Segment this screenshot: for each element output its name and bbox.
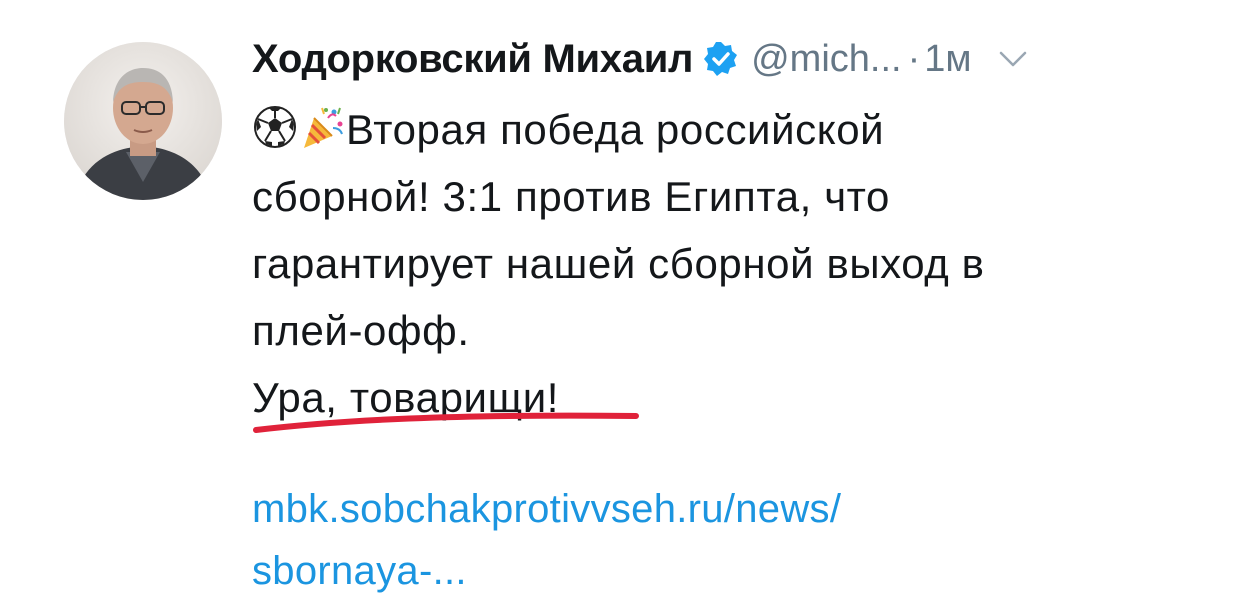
- tweet-text-line-2: сборной! 3:1 против Египта, что: [252, 173, 890, 220]
- chevron-down-icon[interactable]: [998, 49, 1028, 69]
- tweet-text-line-1: Вторая победа российской: [252, 96, 1192, 163]
- tweet-link-line-2: sbornaya-...: [252, 549, 467, 593]
- tweet-header: Ходорковский Михаил @mich... · 1м: [252, 28, 1028, 90]
- soccer-ball-icon: [254, 106, 296, 148]
- party-popper-icon: [304, 107, 343, 148]
- tweet-card: Ходорковский Михаил @mich... · 1м Вторая…: [0, 0, 1238, 612]
- red-underline-annotation: [253, 412, 639, 433]
- tweet-text: Вторая победа российской сборной! 3:1 пр…: [252, 96, 1192, 431]
- author-name[interactable]: Ходорковский Михаил: [252, 37, 693, 82]
- avatar[interactable]: [64, 42, 222, 200]
- tweet-text-line-1-text: Вторая победа российской: [346, 106, 885, 153]
- header-separator: ·: [907, 37, 921, 80]
- avatar-photo: [64, 42, 222, 200]
- tweet-link[interactable]: mbk.sobchakprotivvseh.ru/news/ sbornaya-…: [252, 478, 841, 602]
- tweet-link-line-1: mbk.sobchakprotivvseh.ru/news/: [252, 487, 842, 531]
- tweet-text-line-4: плей-офф.: [252, 307, 470, 354]
- author-handle[interactable]: @mich...: [751, 38, 901, 81]
- verified-badge-icon: [704, 42, 738, 76]
- tweet-timestamp[interactable]: 1м: [924, 38, 971, 81]
- tweet-text-line-3: гарантирует нашей сборной выход в: [252, 240, 985, 287]
